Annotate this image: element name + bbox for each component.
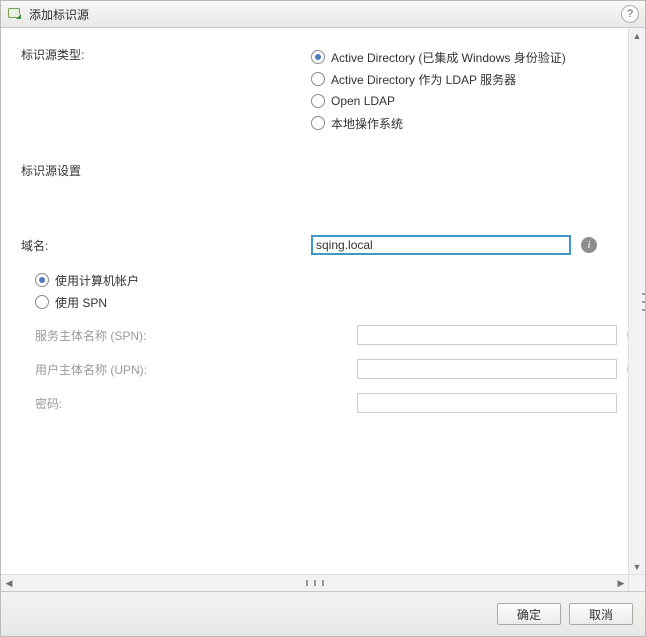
ok-button[interactable]: 确定	[497, 603, 561, 625]
scroll-up-arrow-icon[interactable]: ▲	[629, 28, 645, 44]
radio-open-ldap-label: Open LDAP	[331, 94, 395, 108]
spn-row: 服务主体名称 (SPN): i	[21, 325, 613, 345]
radio-dot-icon	[35, 273, 49, 287]
scrollbar-corner	[628, 574, 645, 591]
radio-ad-integrated-label: Active Directory (已集成 Windows 身份验证)	[331, 49, 566, 66]
scroll-down-arrow-icon[interactable]: ▼	[629, 559, 645, 575]
upn-row: 用户主体名称 (UPN): i	[21, 359, 613, 379]
radio-use-machine-account-label: 使用计算机帐户	[55, 272, 139, 289]
upn-label: 用户主体名称 (UPN):	[21, 361, 357, 378]
password-row: 密码:	[21, 393, 613, 413]
radio-ad-ldap[interactable]: Active Directory 作为 LDAP 服务器	[311, 68, 516, 90]
vscroll-grip-icon[interactable]	[642, 293, 645, 311]
settings-section-title: 标识源设置	[21, 162, 613, 179]
radio-dot-icon	[35, 295, 49, 309]
hscroll-grip-icon[interactable]	[306, 580, 324, 586]
upn-input	[357, 359, 617, 379]
type-row: 标识源类型: Active Directory (已集成 Windows 身份验…	[21, 46, 613, 134]
domain-row: 域名: i	[21, 235, 613, 255]
help-icon[interactable]: ?	[621, 5, 639, 23]
radio-local-os[interactable]: 本地操作系统	[311, 112, 403, 134]
spn-label: 服务主体名称 (SPN):	[21, 327, 357, 344]
domain-label: 域名:	[21, 237, 311, 254]
radio-dot-icon	[311, 50, 325, 64]
horizontal-scrollbar[interactable]: ◀ ▶	[1, 574, 629, 591]
radio-dot-icon	[311, 116, 325, 130]
radio-use-spn-label: 使用 SPN	[55, 294, 107, 311]
dialog-footer: 确定 取消	[1, 591, 645, 636]
radio-use-spn[interactable]: 使用 SPN	[35, 291, 613, 313]
main-area: 标识源类型: Active Directory (已集成 Windows 身份验…	[1, 28, 645, 591]
window-title: 添加标识源	[29, 6, 621, 23]
radio-use-machine-account[interactable]: 使用计算机帐户	[35, 269, 613, 291]
scroll-right-arrow-icon[interactable]: ▶	[613, 575, 629, 591]
scroll-left-arrow-icon[interactable]: ◀	[1, 575, 17, 591]
password-input	[357, 393, 617, 413]
radio-dot-icon	[311, 72, 325, 86]
account-mode-group: 使用计算机帐户 使用 SPN	[21, 269, 613, 313]
radio-dot-icon	[311, 94, 325, 108]
vscroll-track[interactable]	[629, 44, 645, 559]
radio-local-os-label: 本地操作系统	[331, 115, 403, 132]
cancel-button[interactable]: 取消	[569, 603, 633, 625]
dialog-window: 添加标识源 ? 标识源类型: Active Directory (已集成 Win…	[0, 0, 646, 637]
titlebar: 添加标识源 ?	[1, 1, 645, 28]
radio-open-ldap[interactable]: Open LDAP	[311, 90, 395, 112]
info-icon[interactable]: i	[581, 237, 597, 253]
radio-ad-integrated[interactable]: Active Directory (已集成 Windows 身份验证)	[311, 46, 566, 68]
type-label: 标识源类型:	[21, 46, 311, 63]
radio-ad-ldap-label: Active Directory 作为 LDAP 服务器	[331, 71, 516, 88]
password-label: 密码:	[21, 395, 357, 412]
domain-input[interactable]	[311, 235, 571, 255]
vertical-scrollbar[interactable]: ▲ ▼	[628, 28, 645, 575]
content-pane: 标识源类型: Active Directory (已集成 Windows 身份验…	[1, 28, 629, 575]
spn-input	[357, 325, 617, 345]
identity-source-icon	[7, 6, 23, 22]
